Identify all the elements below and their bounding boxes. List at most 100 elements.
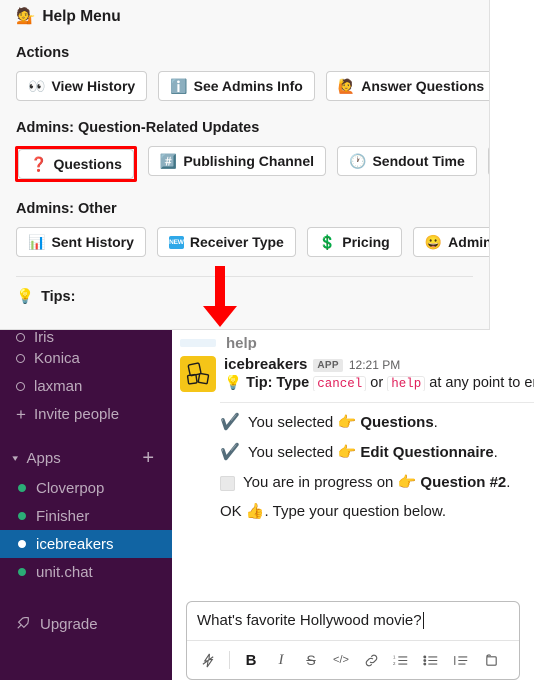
thumbs-up-icon: 👍 — [246, 504, 265, 519]
pointing-hand-icon: 👉 — [398, 475, 417, 490]
sidebar-app-unit-chat[interactable]: unit.chat — [0, 558, 172, 586]
number-of-questions-button[interactable]: 👨‍👩‍👧 Number of Questions — [488, 146, 490, 176]
check-icon: ✔️ — [220, 413, 240, 432]
sidebar-upgrade[interactable]: Upgrade — [0, 610, 172, 638]
slack-client: Iris Konica laxman + Invite people ▾ App… — [0, 330, 534, 680]
eyes-icon: 👀 — [28, 78, 45, 95]
button-row-actions: 👀 View History ℹ️ See Admins Info 🙋 Answ… — [0, 71, 489, 101]
previous-message: help — [172, 334, 534, 350]
invite-people-label: Invite people — [34, 406, 119, 423]
svg-text:2: 2 — [393, 660, 396, 665]
presence-active-icon — [18, 568, 26, 576]
code-help: help — [387, 376, 425, 391]
strikethrough-icon[interactable]: S — [298, 648, 324, 672]
tips-label: 💡 Tips: — [0, 289, 489, 305]
sent-history-button[interactable]: 📊 Sent History — [16, 227, 146, 257]
blockquote-icon[interactable] — [448, 648, 474, 672]
person-tipping-hand-icon: 💁 — [16, 9, 35, 25]
pointing-hand-icon: 👉 — [337, 415, 356, 430]
sidebar-app-label: Finisher — [36, 508, 89, 525]
status-line-questions: ✔️ You selected 👉 Questions. — [220, 413, 534, 433]
sidebar-app-label: Cloverpop — [36, 480, 104, 497]
page-title: 💁 Help Menu — [0, 0, 489, 26]
chevron-down-icon: ▾ — [12, 453, 18, 464]
prompt-line: OK 👍. Type your question below. — [172, 503, 534, 520]
message-author[interactable]: icebreakers — [224, 356, 307, 373]
status-text-before: You selected — [248, 444, 333, 461]
status-line-edit-questionnaire: ✔️ You selected 👉 Edit Questionnaire. — [220, 443, 534, 463]
prompt-suffix: . Type your question below. — [265, 503, 447, 520]
smiley-face-icon: 😀 — [425, 234, 442, 251]
avatar — [180, 339, 216, 347]
formatting-toolbar: B I S </> 12 — [187, 640, 519, 679]
divider — [220, 402, 534, 403]
code-block-icon[interactable] — [478, 648, 504, 672]
bar-chart-icon: 📊 — [28, 234, 45, 251]
presence-away-icon — [16, 382, 25, 391]
italic-icon[interactable]: I — [268, 648, 294, 672]
message-pane: help icebreakers APP 12:21 PM — [172, 330, 534, 680]
sidebar-dm-iris[interactable]: Iris — [0, 330, 172, 344]
sidebar-app-label: unit.chat — [36, 564, 93, 581]
presence-active-icon — [18, 540, 26, 548]
message-list: help icebreakers APP 12:21 PM — [172, 330, 534, 601]
ordered-list-icon[interactable]: 12 — [388, 648, 414, 672]
sidebar-dm-label: laxman — [34, 378, 82, 395]
status-bold-text: Edit Questionnaire — [360, 444, 493, 461]
add-app-button[interactable]: + — [142, 448, 158, 468]
see-admins-info-button[interactable]: ℹ️ See Admins Info — [158, 71, 315, 101]
avatar[interactable] — [180, 356, 216, 392]
sidebar-dm-laxman[interactable]: laxman — [0, 372, 172, 400]
message-icebreakers: icebreakers APP 12:21 PM 💡 Tip: Type can… — [172, 350, 534, 392]
answer-questions-button[interactable]: 🙋 Answer Questions — [326, 71, 490, 101]
sidebar-section-apps[interactable]: ▾ Apps + — [0, 442, 172, 474]
light-bulb-icon: 💡 — [16, 290, 34, 305]
sidebar-app-cloverpop[interactable]: Cloverpop — [0, 474, 172, 502]
publishing-channel-button[interactable]: #️⃣ Publishing Channel — [148, 146, 326, 176]
presence-active-icon — [18, 484, 26, 492]
bold-icon[interactable]: B — [238, 648, 264, 672]
section-label-question-related-updates: Admins: Question-Related Updates — [0, 120, 489, 136]
message-timestamp[interactable]: 12:21 PM — [349, 358, 400, 372]
dollar-icon: 💲 — [319, 234, 336, 251]
message-composer[interactable]: What's favorite Hollywood movie? B I S <… — [186, 601, 520, 680]
code-icon[interactable]: </> — [328, 648, 354, 672]
admin-role-button[interactable]: 😀 Admin Role — [413, 227, 490, 257]
tip-middle: or — [370, 375, 383, 391]
help-menu-panel: 💁 Help Menu Actions 👀 View History ℹ️ Se… — [0, 0, 490, 330]
upgrade-label: Upgrade — [40, 616, 98, 633]
plus-icon: + — [16, 406, 25, 423]
sidebar-dm-konica[interactable]: Konica — [0, 344, 172, 372]
receiver-type-button[interactable]: NEW Receiver Type — [157, 227, 296, 257]
message-input[interactable]: What's favorite Hollywood movie? — [187, 602, 519, 640]
new-badge-icon: NEW — [169, 236, 184, 249]
lightning-icon[interactable] — [195, 648, 221, 672]
sidebar-app-icebreakers[interactable]: icebreakers — [0, 530, 172, 558]
sidebar-app-finisher[interactable]: Finisher — [0, 502, 172, 530]
questions-button[interactable]: ❓ Questions — [18, 149, 134, 179]
button-label: Answer Questions — [361, 78, 484, 94]
button-label: Admin Role — [448, 234, 490, 250]
message-tip-line: 💡 Tip: Type cancel or help at any point … — [224, 375, 534, 391]
bulleted-list-icon[interactable] — [418, 648, 444, 672]
status-bold-text: Question #2 — [420, 474, 506, 491]
sendout-time-button[interactable]: 🕐 Sendout Time — [337, 146, 477, 176]
link-icon[interactable] — [358, 648, 384, 672]
sidebar-dm-label: Iris — [34, 330, 54, 344]
view-history-button[interactable]: 👀 View History — [16, 71, 147, 101]
pricing-button[interactable]: 💲 Pricing — [307, 227, 402, 257]
check-icon: ✔️ — [220, 443, 240, 462]
divider — [16, 276, 473, 277]
presence-away-icon — [16, 333, 25, 342]
status-text-after: . — [434, 414, 438, 431]
button-label: Sendout Time — [372, 153, 464, 169]
previous-message-label: help — [226, 335, 257, 351]
information-icon: ℹ️ — [170, 78, 187, 95]
toolbar-divider — [229, 651, 230, 669]
button-label: Pricing — [342, 234, 389, 250]
button-label: View History — [51, 78, 135, 94]
unchecked-box-icon — [220, 476, 235, 491]
section-label-admins-other: Admins: Other — [0, 201, 489, 217]
annotation-arrow-icon — [196, 266, 244, 328]
sidebar-invite-people[interactable]: + Invite people — [0, 400, 172, 428]
